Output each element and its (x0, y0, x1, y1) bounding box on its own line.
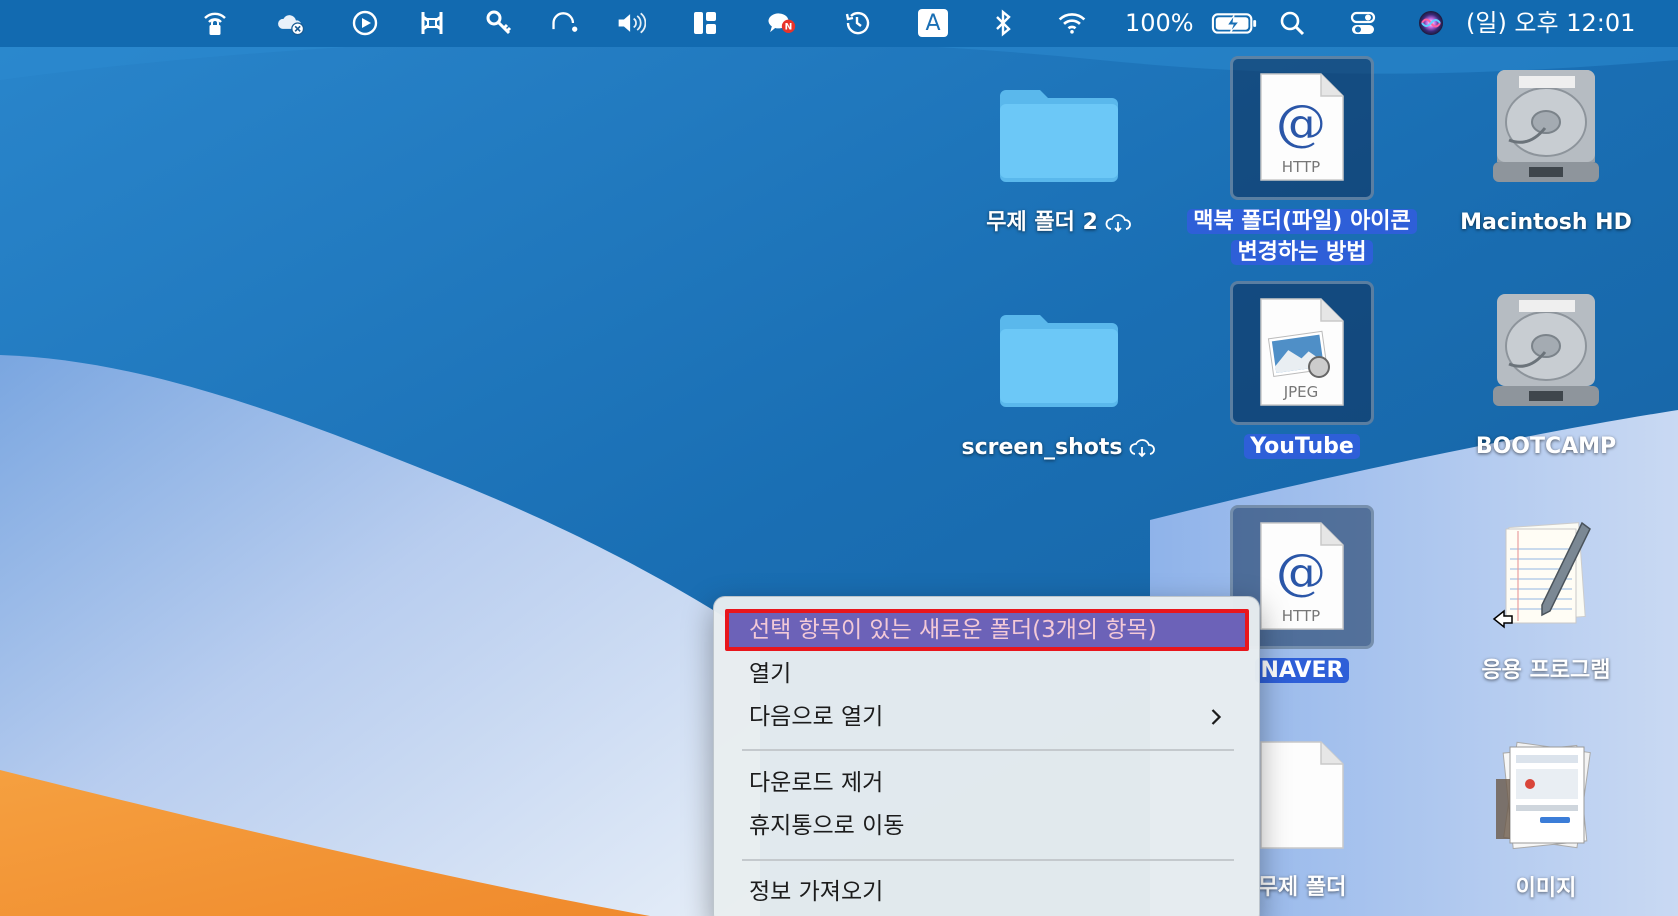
layout-icon[interactable] (688, 6, 722, 40)
siri-icon[interactable] (1414, 6, 1448, 40)
applications-alias-icon (1490, 519, 1602, 635)
menu-bar: N A 100% (일) 오후 12:01 (0, 0, 1678, 47)
document-badge: HTTP (1282, 158, 1320, 176)
desktop-item-youtube[interactable]: JPEG YouTube (1182, 281, 1422, 471)
headphones-icon[interactable] (548, 6, 582, 40)
desktop-item-untitled-folder-2[interactable]: 무제 폴더 2 (939, 70, 1179, 250)
key-icon[interactable] (482, 6, 516, 40)
desktop-item-macbook-folder-guide[interactable]: @ HTTP 맥북 폴더(파일) 아이콘 변경하는 방법 (1182, 56, 1422, 271)
desktop-item-images[interactable]: 이미지 (1426, 735, 1666, 916)
context-menu: 선택 항목이 있는 새로운 폴더(3개의 항목) 열기 다음으로 열기 다운로드… (713, 596, 1260, 916)
input-source-letter: A (918, 9, 948, 37)
desktop-item-macintosh-hd[interactable]: Macintosh HD (1426, 62, 1666, 252)
chevron-right-icon (1209, 696, 1225, 738)
hard-drive-icon (1489, 292, 1603, 410)
cloud-disconnected-icon[interactable] (274, 6, 308, 40)
notification-chat-icon[interactable]: N (764, 6, 798, 40)
blank-document-icon (1257, 740, 1347, 852)
scissors-icon[interactable] (415, 6, 449, 40)
bluetooth-icon[interactable] (986, 6, 1020, 40)
desktop-item-label: screen_shots (961, 435, 1123, 460)
desktop-item-label: BOOTCAMP (1475, 434, 1617, 459)
wifi-lock-icon[interactable] (198, 6, 232, 40)
desktop-item-label: 무제 폴더 2 (986, 210, 1098, 235)
wifi-icon[interactable] (1055, 6, 1089, 40)
menu-item-move-to-trash[interactable]: 휴지통으로 이동 (725, 805, 1249, 847)
menu-item-open-with[interactable]: 다음으로 열기 (725, 696, 1249, 738)
desktop-item-label: 맥북 폴더(파일) 아이콘 변경하는 방법 (1187, 209, 1417, 265)
images-stack-icon (1490, 739, 1602, 855)
document-badge: HTTP (1282, 607, 1320, 625)
battery-percent[interactable]: 100% (1125, 8, 1194, 38)
svg-text:@: @ (1276, 543, 1326, 601)
volume-icon[interactable] (614, 6, 648, 40)
svg-text:@: @ (1276, 94, 1326, 152)
folder-icon (998, 303, 1120, 411)
desktop-item-label: Macintosh HD (1460, 210, 1632, 235)
jpeg-document-icon: JPEG (1230, 281, 1374, 425)
icloud-download-icon (1105, 214, 1131, 233)
desktop-item-label: NAVER (1254, 658, 1350, 683)
menu-item-get-info[interactable]: 정보 가져오기 (725, 871, 1249, 913)
menu-separator (742, 859, 1234, 861)
desktop-item-bootcamp[interactable]: BOOTCAMP (1426, 286, 1666, 476)
desktop-item-screen-shots[interactable]: screen_shots (939, 295, 1179, 475)
play-circle-icon[interactable] (348, 6, 382, 40)
desktop-item-applications[interactable]: 응용 프로그램 (1426, 515, 1666, 695)
svg-text:N: N (785, 22, 793, 33)
input-source-icon[interactable]: A (916, 6, 950, 40)
folder-icon (998, 78, 1120, 186)
battery-charging-icon[interactable] (1210, 6, 1260, 40)
menu-item-label: 다음으로 열기 (749, 704, 884, 730)
menu-item-remove-download[interactable]: 다운로드 제거 (725, 762, 1249, 804)
time-machine-icon[interactable] (840, 6, 874, 40)
hard-drive-icon (1489, 68, 1603, 186)
desktop-item-label: 응용 프로그램 (1481, 658, 1611, 683)
desktop-item-label: 이미지 (1515, 876, 1577, 901)
menu-separator (742, 749, 1234, 751)
menu-item-new-folder-with-selection[interactable]: 선택 항목이 있는 새로운 폴더(3개의 항목) (725, 609, 1249, 651)
menu-item-open[interactable]: 열기 (725, 653, 1249, 695)
desktop-item-label: 무제 폴더 (1257, 875, 1347, 900)
control-center-icon[interactable] (1346, 6, 1380, 40)
icloud-download-icon (1130, 439, 1156, 458)
document-badge: JPEG (1283, 383, 1319, 401)
menu-bar-clock[interactable]: (일) 오후 12:01 (1466, 8, 1635, 38)
search-icon[interactable] (1275, 6, 1309, 40)
desktop-item-label: YouTube (1244, 434, 1360, 459)
http-document-icon: @ HTTP (1230, 56, 1374, 200)
